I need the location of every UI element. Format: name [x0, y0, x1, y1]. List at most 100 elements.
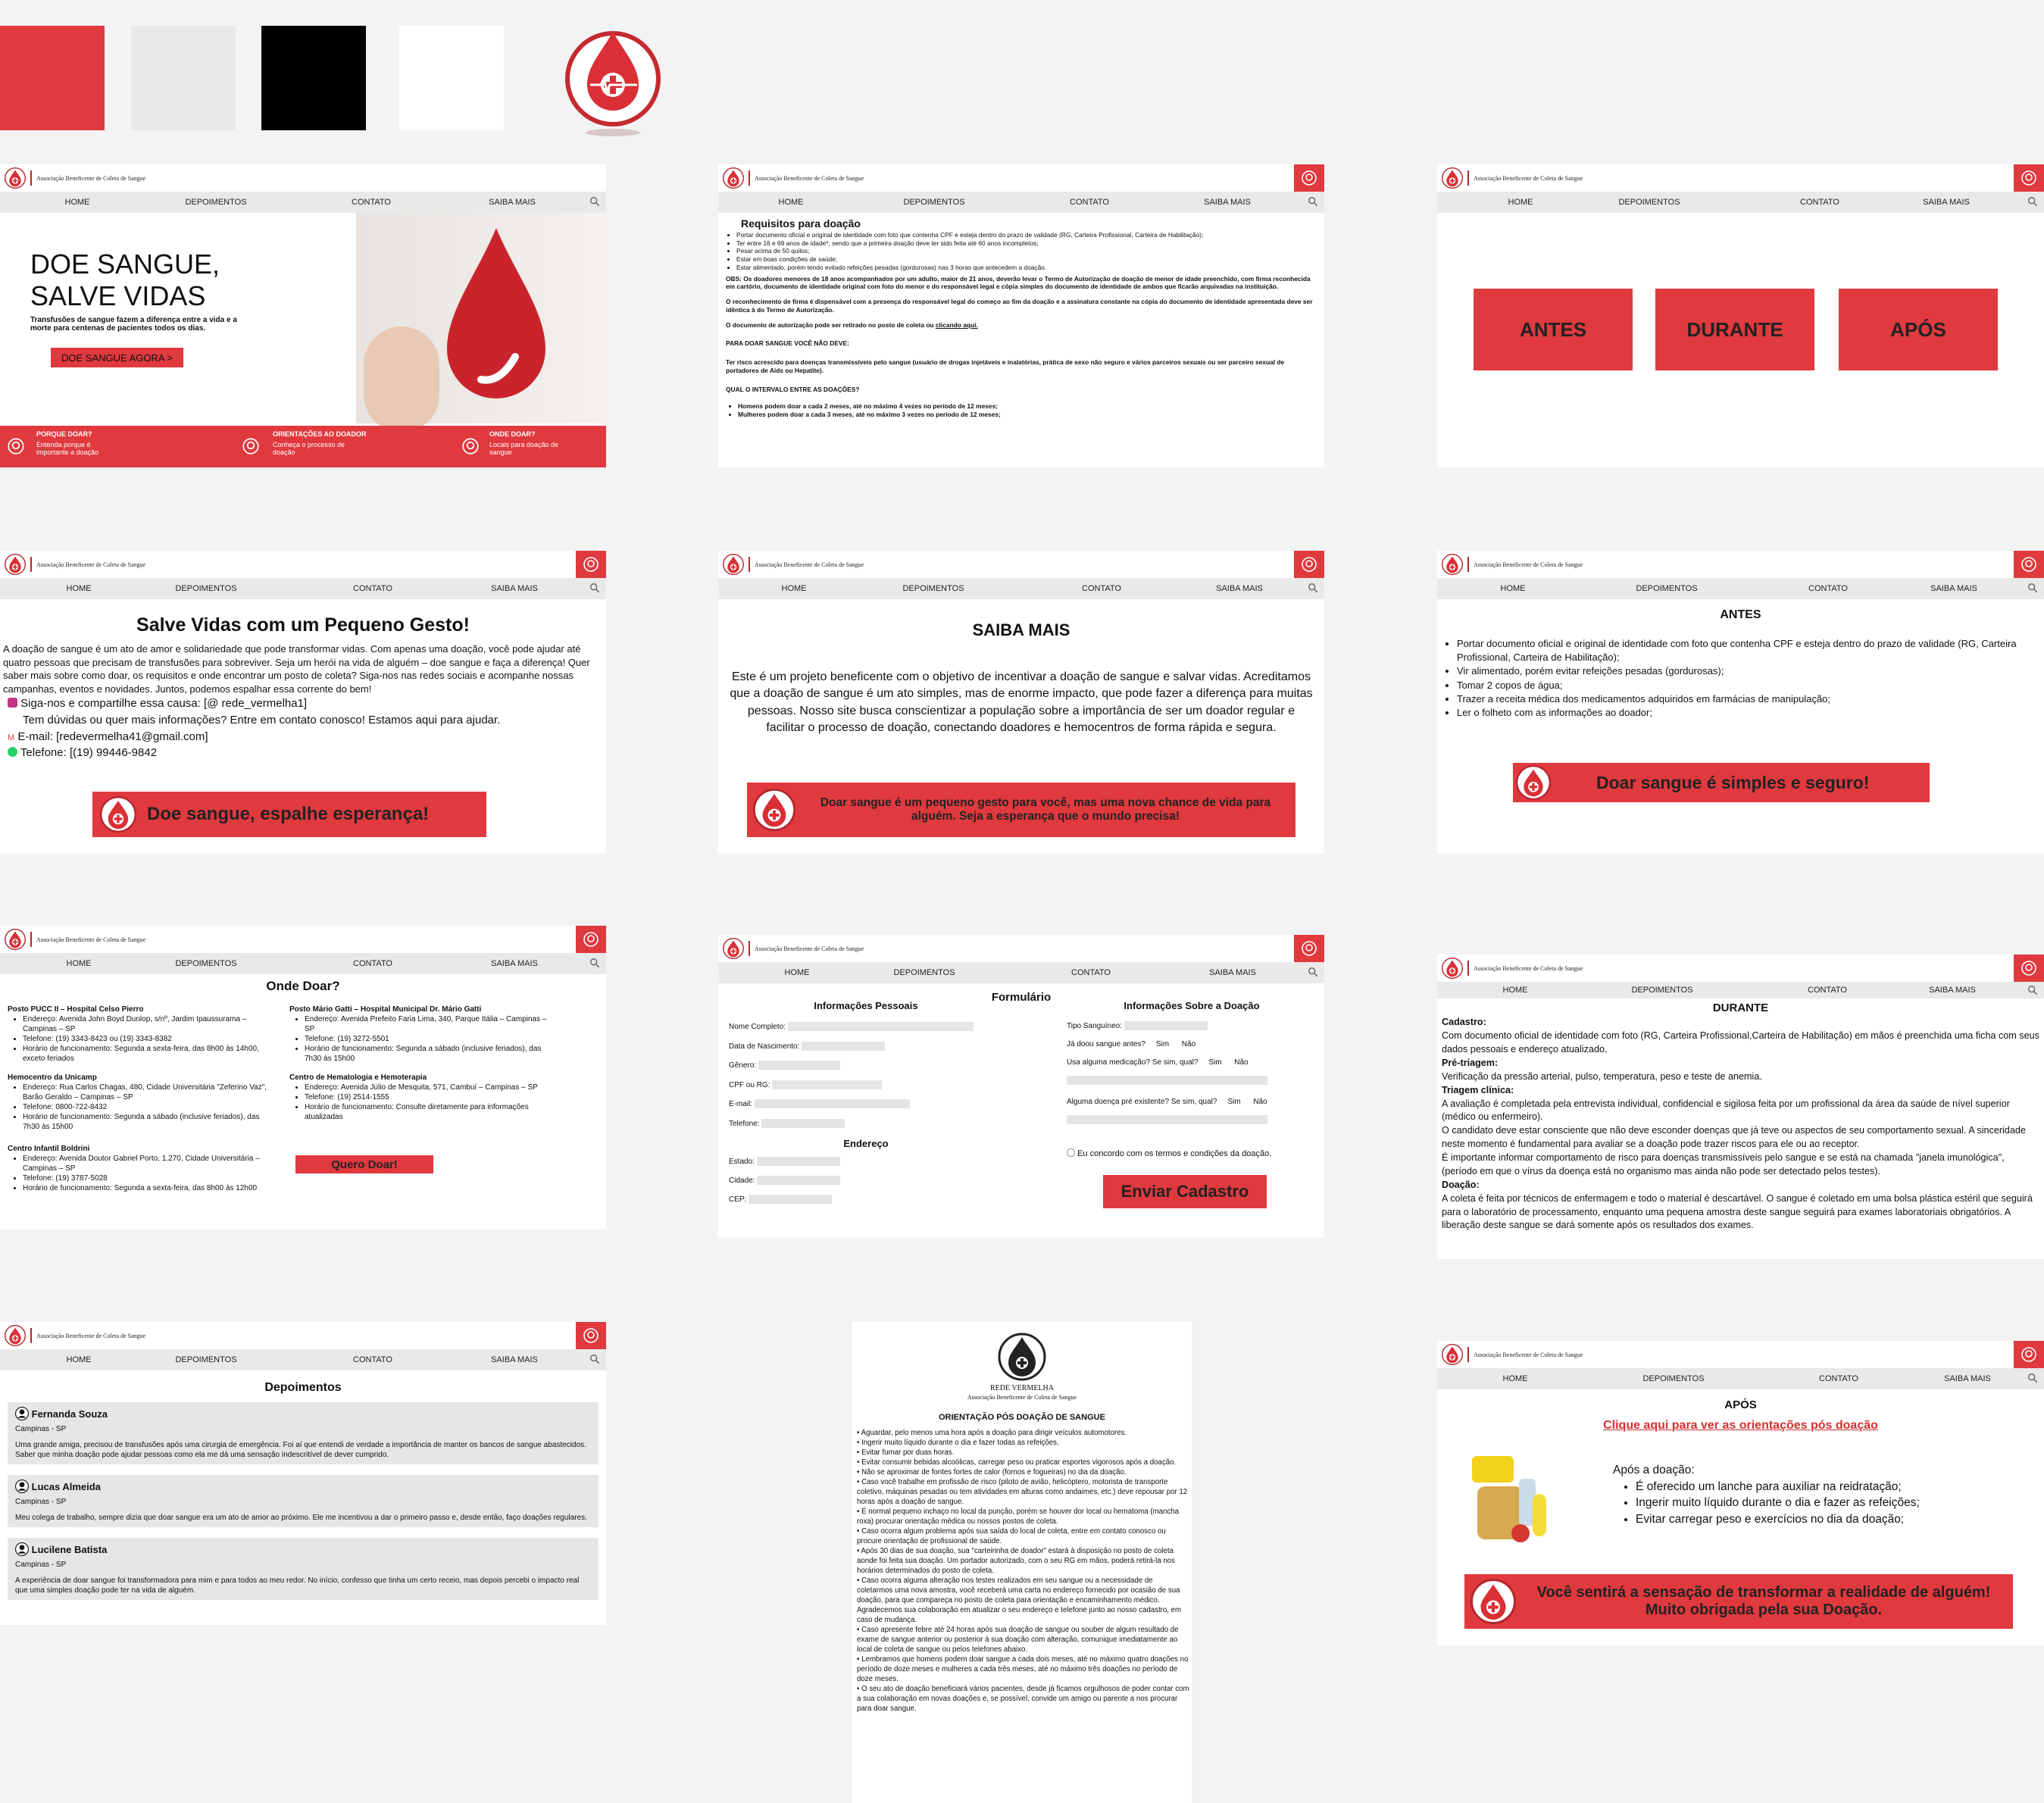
no-option[interactable]: Não	[1182, 1040, 1195, 1048]
nav-home[interactable]: HOME	[1503, 986, 1528, 995]
nav-depoimentos[interactable]: DEPOIMENTOS	[175, 584, 236, 593]
search-icon[interactable]	[589, 583, 600, 593]
nav-saiba[interactable]: SAIBA MAIS	[1204, 198, 1251, 207]
nav-home[interactable]: HOME	[785, 968, 810, 977]
nav-saiba[interactable]: SAIBA MAIS	[1923, 198, 1970, 207]
yes-option[interactable]: Sim	[1208, 1058, 1221, 1067]
phone-input[interactable]	[761, 1118, 845, 1128]
search-icon[interactable]	[1308, 196, 1318, 207]
nav-depoimentos[interactable]: DEPOIMENTOS	[185, 198, 246, 207]
nav-home[interactable]: HOME	[1503, 1374, 1528, 1383]
nav-depoimentos[interactable]: DEPOIMENTOS	[893, 968, 955, 977]
nav-contato[interactable]: CONTATO	[1819, 1374, 1858, 1383]
clipboard-icon[interactable]	[1294, 164, 1324, 192]
nav-contato[interactable]: CONTATO	[1071, 968, 1111, 977]
name-input[interactable]	[787, 1022, 974, 1032]
search-icon[interactable]	[589, 1354, 600, 1364]
terms-checkbox[interactable]	[1067, 1148, 1075, 1157]
nav-depoimentos[interactable]: DEPOIMENTOS	[175, 959, 236, 968]
yes-option[interactable]: Sim	[1227, 1098, 1240, 1106]
nav-home[interactable]: HOME	[779, 198, 804, 207]
birth-input[interactable]	[802, 1041, 886, 1051]
nav-depoimentos[interactable]: DEPOIMENTOS	[1631, 986, 1692, 995]
search-icon[interactable]	[589, 196, 600, 207]
nav-home[interactable]: HOME	[67, 584, 92, 593]
nav-saiba[interactable]: SAIBA MAIS	[489, 198, 536, 207]
nav-home[interactable]: HOME	[1508, 198, 1533, 207]
authorization-link[interactable]: clicando aqui.	[936, 321, 978, 329]
blood-type-input[interactable]	[1124, 1021, 1208, 1031]
nav-depoimentos[interactable]: DEPOIMENTOS	[903, 198, 964, 207]
email-text[interactable]: E-mail: [redevermelha41@gmail.com]	[17, 730, 208, 743]
medication-input[interactable]	[1067, 1076, 1267, 1086]
search-icon[interactable]	[2027, 985, 2038, 995]
nav-saiba[interactable]: SAIBA MAIS	[491, 959, 538, 968]
feature-where-title[interactable]: ONDE DOAR?	[489, 430, 536, 438]
submit-button[interactable]: Enviar Cadastro	[1103, 1175, 1267, 1208]
nav-contato[interactable]: CONTATO	[1808, 986, 1847, 995]
nav-home[interactable]: HOME	[782, 584, 807, 593]
cpf-input[interactable]	[772, 1080, 883, 1089]
location-icon[interactable]	[576, 926, 606, 953]
email-input[interactable]	[754, 1099, 910, 1109]
nav-home[interactable]: HOME	[67, 1355, 92, 1364]
search-icon[interactable]	[2027, 196, 2038, 207]
nav-contato[interactable]: CONTATO	[1082, 584, 1121, 593]
location-icon[interactable]	[1294, 551, 1324, 578]
nav-home[interactable]: HOME	[1501, 584, 1526, 593]
gender-input[interactable]	[758, 1061, 840, 1070]
location-icon[interactable]	[2014, 955, 2044, 982]
nav-home[interactable]: HOME	[65, 198, 90, 207]
search-icon[interactable]	[2027, 1373, 2038, 1383]
nav-contato[interactable]: CONTATO	[352, 198, 391, 207]
nav-saiba[interactable]: SAIBA MAIS	[491, 1355, 538, 1364]
nav-home[interactable]: HOME	[67, 959, 92, 968]
donate-now-button[interactable]: DOE SANGUE AGORA >	[51, 348, 183, 367]
post-guide-link[interactable]: Clique aqui para ver as orientações pós …	[1437, 1419, 2044, 1433]
location-icon[interactable]	[2014, 551, 2044, 578]
location-icon[interactable]	[576, 551, 606, 578]
nav-contato[interactable]: CONTATO	[353, 959, 392, 968]
search-icon[interactable]	[589, 958, 600, 968]
nav-depoimentos[interactable]: DEPOIMENTOS	[175, 1355, 236, 1364]
nav-saiba[interactable]: SAIBA MAIS	[491, 584, 538, 593]
nav-contato[interactable]: CONTATO	[353, 1355, 392, 1364]
durante-button[interactable]: DURANTE	[1655, 289, 1814, 370]
instagram-text[interactable]: Siga-nos e compartilhe essa causa: [@ re…	[20, 697, 307, 710]
nav-contato[interactable]: CONTATO	[1070, 198, 1109, 207]
location-icon[interactable]	[576, 1322, 606, 1349]
state-input[interactable]	[756, 1157, 840, 1167]
search-icon[interactable]	[1308, 967, 1318, 977]
nav-depoimentos[interactable]: DEPOIMENTOS	[1618, 198, 1680, 207]
feature-why-title[interactable]: PORQUE DOAR?	[36, 430, 92, 438]
city-input[interactable]	[757, 1176, 841, 1186]
no-option[interactable]: Não	[1253, 1098, 1267, 1106]
nav-contato[interactable]: CONTATO	[1808, 584, 1848, 593]
nav-depoimentos[interactable]: DEPOIMENTOS	[902, 584, 964, 593]
search-icon[interactable]	[1308, 583, 1318, 593]
no-option[interactable]: Não	[1234, 1058, 1248, 1067]
phone-text[interactable]: Telefone: [(19) 99446-9842	[20, 746, 157, 759]
disease-input[interactable]	[1067, 1115, 1267, 1125]
location-icon[interactable]	[2014, 164, 2044, 192]
want-donate-button[interactable]: Quero Doar!	[295, 1155, 433, 1173]
nav-saiba[interactable]: SAIBA MAIS	[1930, 584, 1977, 593]
nav-saiba[interactable]: SAIBA MAIS	[1209, 968, 1256, 977]
yes-option[interactable]: Sim	[1156, 1040, 1169, 1048]
nav-depoimentos[interactable]: DEPOIMENTOS	[1636, 584, 1697, 593]
location-icon[interactable]	[1294, 935, 1324, 962]
cep-input[interactable]	[749, 1195, 833, 1205]
location-icon[interactable]	[2014, 1341, 2044, 1368]
antes-button[interactable]: ANTES	[1474, 289, 1633, 370]
search-icon[interactable]	[2027, 583, 2038, 593]
nav-contato[interactable]: CONTATO	[353, 584, 392, 593]
leaflet-item: • Caso ocorra alguma alteração nos teste…	[857, 1576, 1182, 1624]
nav-depoimentos[interactable]: DEPOIMENTOS	[1642, 1374, 1704, 1383]
apos-button[interactable]: APÓS	[1839, 289, 1998, 370]
nav-contato[interactable]: CONTATO	[1800, 198, 1839, 207]
nav-saiba[interactable]: SAIBA MAIS	[1944, 1374, 1991, 1383]
feature-guide-title[interactable]: ORIENTAÇÕES AO DOADOR	[273, 430, 367, 438]
nav-saiba[interactable]: SAIBA MAIS	[1929, 986, 1976, 995]
instagram-icon[interactable]	[8, 698, 17, 708]
nav-saiba[interactable]: SAIBA MAIS	[1216, 584, 1263, 593]
